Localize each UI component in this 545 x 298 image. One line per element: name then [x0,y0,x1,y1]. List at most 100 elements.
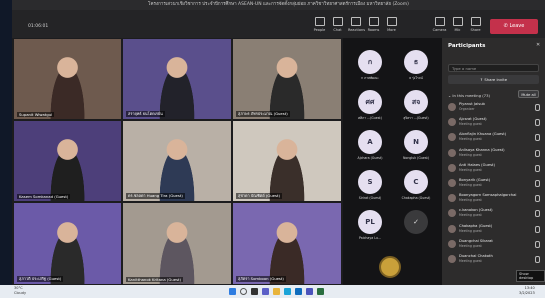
participant-name: Chakapha (Guest) [459,223,493,228]
mic-button[interactable]: Mic [450,17,465,32]
avatar: PL [358,210,382,234]
rooms-icon [368,17,379,26]
participant-role: Meeting guest [459,198,482,203]
avatar [448,194,456,203]
mic-icon [535,256,540,263]
share-invite-button[interactable]: ⇪ Share invite [448,75,539,84]
participant-name: Anlisaya Khanna (Guest) [459,147,505,152]
tile-name: สรายุทธ์ ธนโตดเรย์น [126,111,165,117]
gallery-avatar-tile[interactable]: N Nongluk (Guest) [394,126,438,164]
participant-row[interactable]: Piyanut Jaisub Organizer [442,102,545,115]
gallery-avatar-tile[interactable]: สจ สุจิตรา ...(Guest) [394,86,438,124]
video-tile[interactable]: Supanit Wiwatgul [14,39,121,119]
more-button[interactable]: More [384,17,399,32]
participant-row[interactable]: Bonyarik (Guest) Meeting guest [442,178,545,191]
chat-icon [332,17,343,26]
video-tile[interactable]: ดร.ชลลดา Huang Tira (Guest) [123,121,231,201]
video-tile[interactable]: สรายุทธ์ ธนโตดเรย์น [123,39,231,119]
avatar [448,148,456,157]
reactions-button[interactable]: Reactions [348,17,365,32]
participant-row[interactable]: Anlisaya Khanna (Guest) Meeting guest [442,148,545,161]
mic-icon [535,195,540,203]
participant-row[interactable]: Anti Halaes (Guest) Meeting guest [442,163,545,176]
participant-row[interactable]: c.kanokon (Guest) Meeting guest [442,208,545,221]
gallery-avatar-tile[interactable]: PL Paichaya Lu... [348,206,392,244]
meeting-timer: 01:06:01 [28,24,49,29]
avatar: ศศ [358,90,382,114]
participant-role: Organizer [459,107,475,111]
excel-icon[interactable] [317,288,324,295]
window-title: โครงการเสวนาเชิงวิชาการ ประจำปีการศึกษา … [12,0,545,10]
gallery-name: Chakapha (Guest) [401,196,431,200]
mute-all-button[interactable]: Mute all [518,90,539,98]
participant-search-input[interactable]: Type a name [448,64,539,72]
video-tile[interactable]: Kasem Somkanad (Guest) [14,121,121,201]
gallery-avatar-tile[interactable]: A Ajchara (Guest) [348,126,392,164]
video-tile[interactable]: สุชาดา บัณฑิตย์ (Guest) [233,121,341,201]
mic-icon [535,240,540,248]
task-view-icon[interactable] [251,288,258,295]
video-tile[interactable]: Kanitthanok Kritana (Guest) [123,203,231,284]
weather-widget[interactable]: 30°C Cloudy [14,286,26,296]
panel-title: Participants [448,43,486,49]
avatar: C [404,170,428,194]
tile-name: Kasem Somkanad (Guest) [17,194,71,199]
gallery-avatar-tile[interactable]: S Sirirat (Guest) [348,166,392,204]
leave-button[interactable]: ✆ Leave [490,19,538,34]
close-icon[interactable]: ✕ [536,42,540,48]
participant-role: Meeting guest [459,152,482,157]
store-icon[interactable] [295,288,302,295]
more-icon [386,17,397,26]
participant-row[interactable]: Duangchai Sikarat Meeting guest [442,239,545,252]
participant-row[interactable]: Duanchai Chakoth Meeting guest [442,254,545,267]
avatar [448,163,456,172]
participant-row[interactable]: Ajcsrat (Guest) Meeting guest [442,117,545,130]
gallery-avatar-tile[interactable]: ✓ [394,206,438,244]
participant-video [155,135,199,201]
teams-active-icon[interactable] [306,288,313,295]
people-icon [314,17,325,26]
video-grid: Supanit Wiwatgul สรายุทธ์ ธนโตดเรย์น สุภ… [12,38,343,285]
meeting-toolbar: 01:06:01 People Chat Reactions Rooms Mor… [12,10,545,38]
participant-video [265,53,309,119]
avatar: ธ [404,50,428,74]
gallery-avatar-tile[interactable]: ศศ ศศิภา ...(Guest) [348,86,392,124]
start-icon[interactable] [229,288,236,295]
share-button[interactable]: Share [468,17,483,32]
video-tile[interactable]: สุภาวดี ประเสริฐ (Guest) [14,203,121,284]
gallery-name: Paichaya Lu... [359,236,381,240]
gallery-name: ก ภาสพัฒนะ [361,76,379,80]
gallery-avatar-tile[interactable]: กก ภาสพัฒนะ [348,46,392,84]
participant-row[interactable]: Alonflajin Khuana (Guest) Meeting guest [442,132,545,145]
avatar [448,118,456,127]
chat-button[interactable]: Chat [330,17,345,32]
tile-name: สุภาพร ภัทรประมาณ (Guest) [236,111,290,117]
tile-name: Supanit Wiwatgul [17,112,55,117]
participant-row[interactable]: Boonyagorn Somsaphalgorchai Meeting guest [442,193,545,206]
avatar [448,224,456,233]
rooms-button[interactable]: Rooms [366,17,381,32]
edge-icon[interactable] [284,288,291,295]
participant-video [265,217,309,284]
mic-icon [535,149,540,157]
participant-role: Meeting guest [459,213,482,218]
video-tile[interactable]: สุภาพร ภัทรประมาณ (Guest) [233,39,341,119]
search-icon[interactable] [240,288,247,295]
taskbar: 30°C Cloudy 13:40 3/2/2023 [0,285,545,298]
tooltip: Show desktop [516,270,545,282]
participant-role: Meeting guest [459,243,482,248]
teams-icon[interactable] [262,288,269,295]
avatar: N [404,130,428,154]
video-tile[interactable]: สุภัตรา Somboon (Guest) [233,203,341,284]
gallery-name: Sirirat (Guest) [358,196,382,200]
participant-name: Alonflajin Khuana (Guest) [459,132,507,137]
participant-name: Bonyarik (Guest) [459,178,491,182]
people-button[interactable]: People [312,17,327,32]
camera-button[interactable]: Camera [432,17,447,32]
in-meeting-header[interactable]: ⌄ In this meeting (73) [448,93,490,98]
file-explorer-icon[interactable] [273,288,280,295]
system-clock[interactable]: 13:40 3/2/2023 [519,286,535,296]
gallery-avatar-tile[interactable]: C Chakapha (Guest) [394,166,438,204]
gallery-avatar-tile[interactable]: ธธ รุ่งโรจน์ [394,46,438,84]
participant-row[interactable]: Chakapha (Guest) Meeting guest [442,224,545,237]
